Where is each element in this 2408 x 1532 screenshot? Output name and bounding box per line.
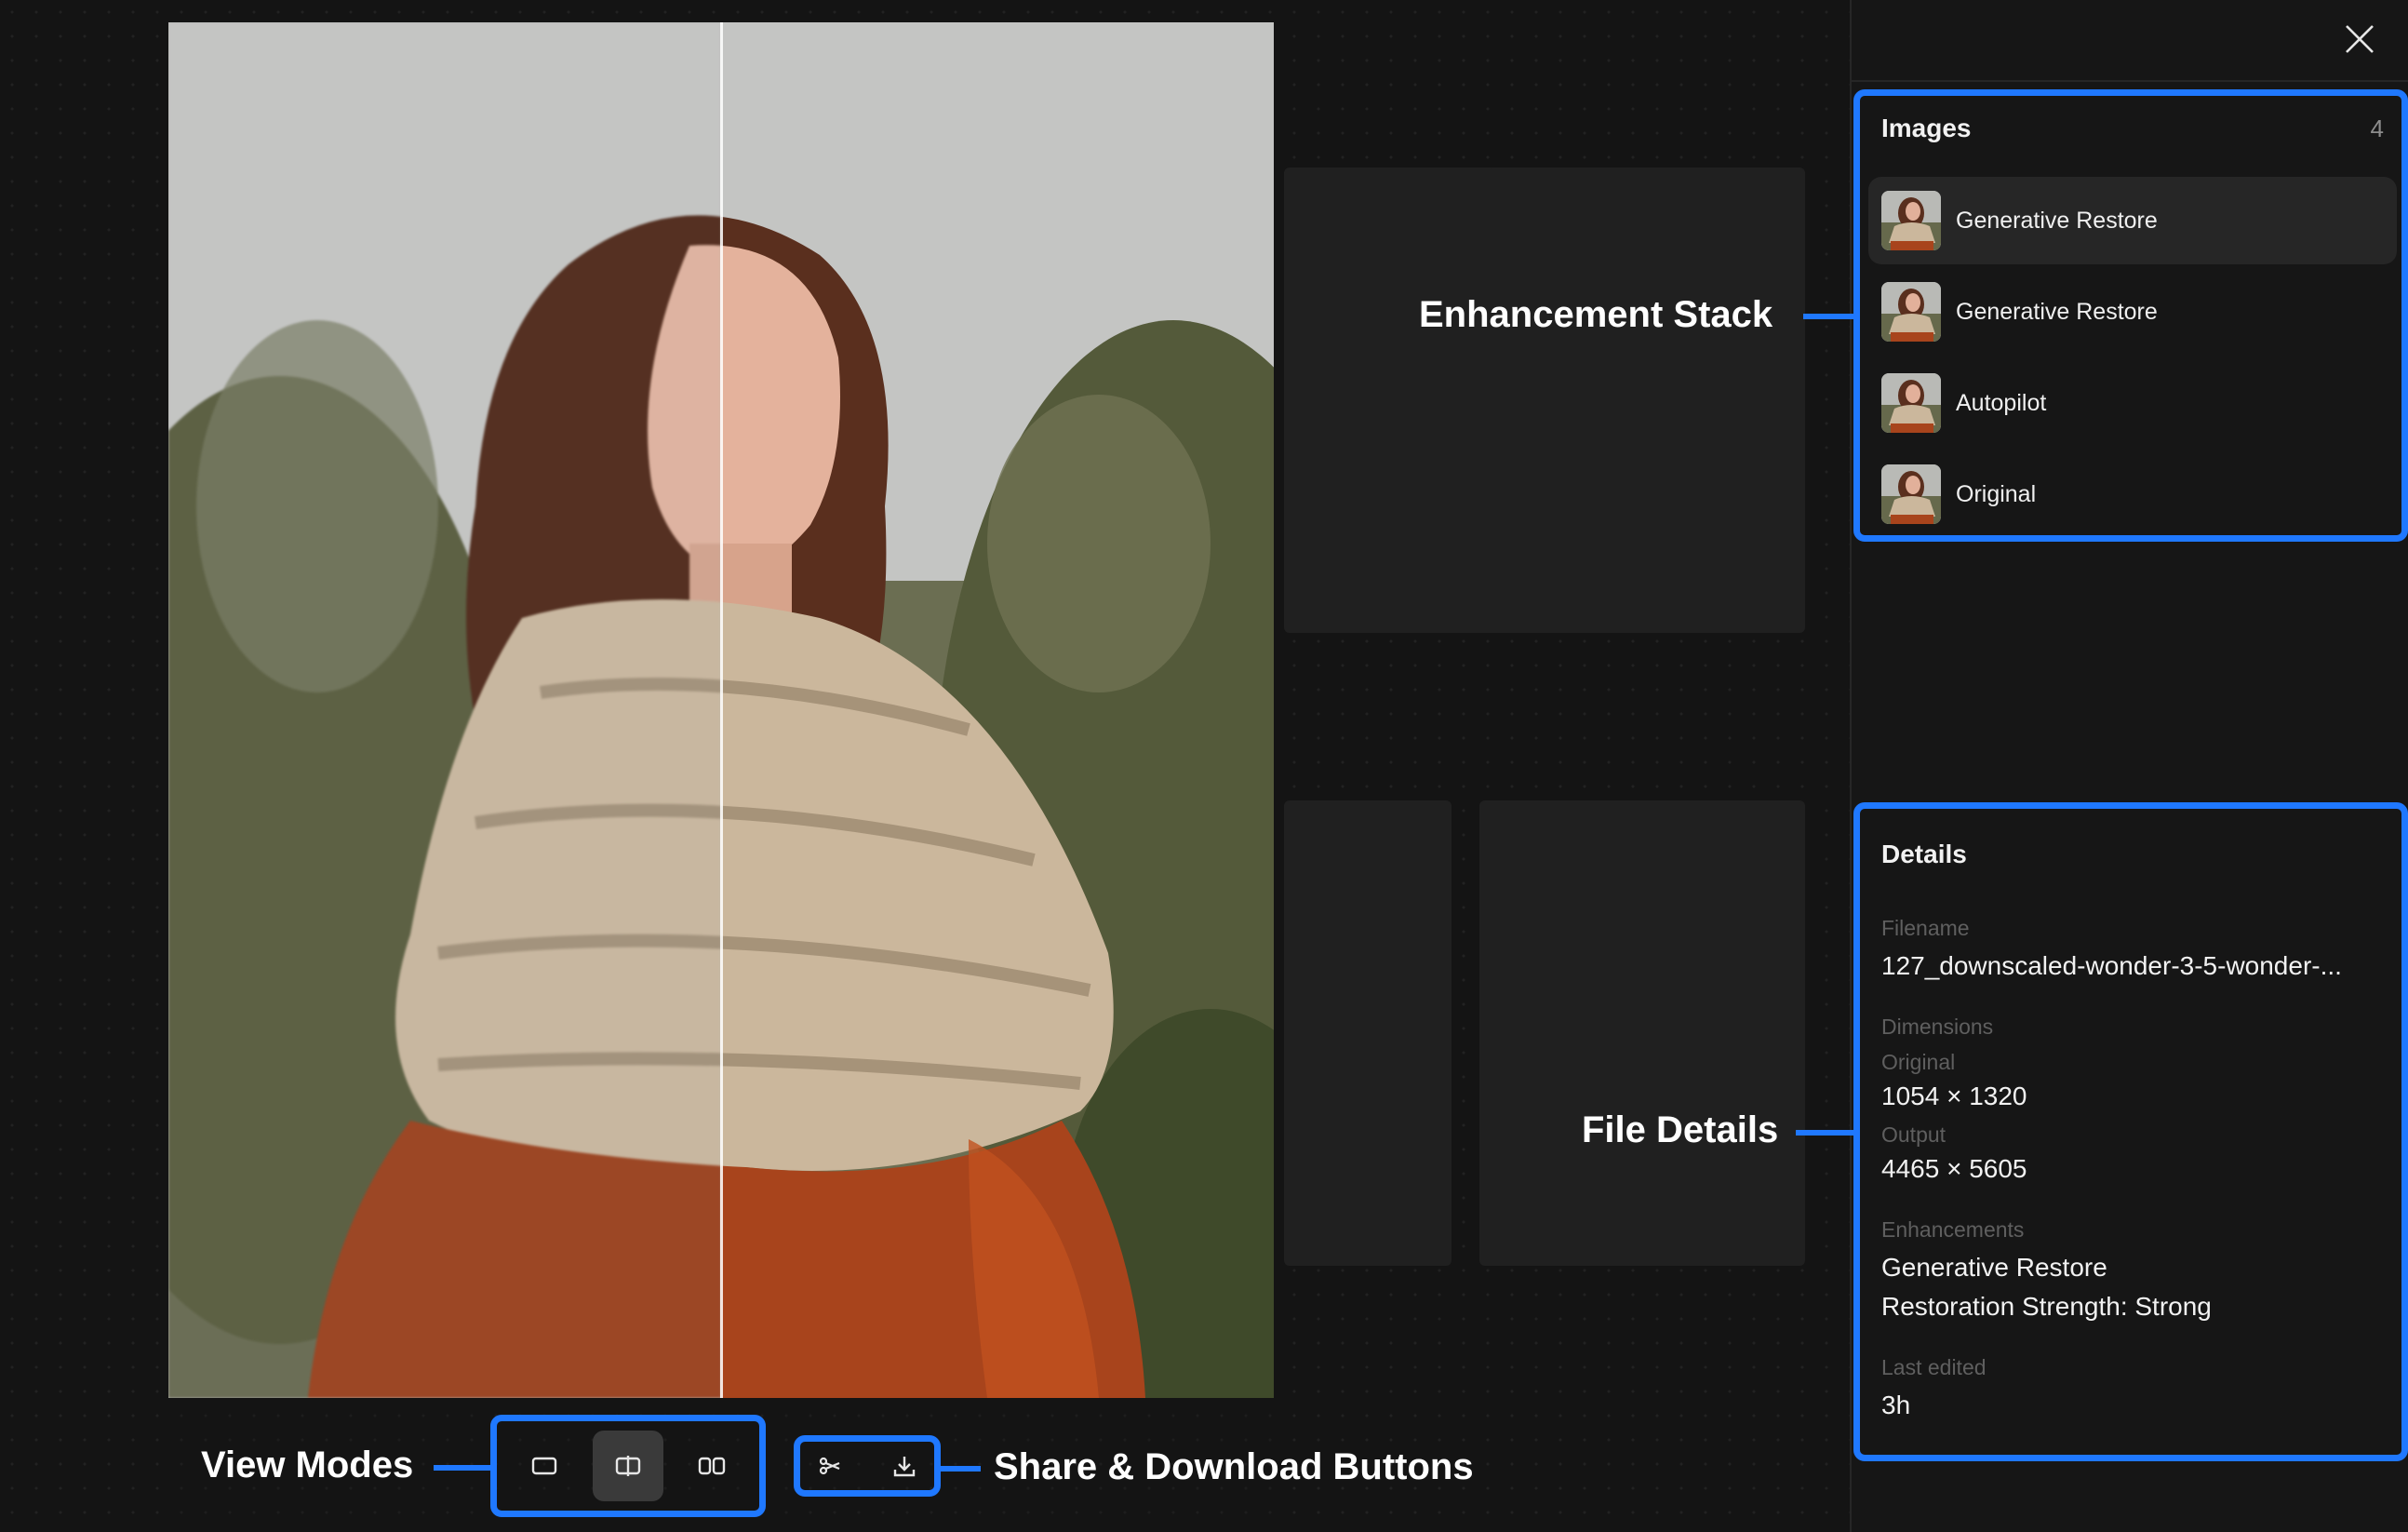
close-button[interactable] (2339, 19, 2380, 60)
sidebar-header (1852, 0, 2408, 82)
background-thumbnail (1489, 168, 1805, 633)
enhancement-stack-callout-label: Enhancement Stack (1419, 294, 1773, 335)
share-download-callout-label: Share & Download Buttons (994, 1446, 1474, 1487)
close-icon (2346, 25, 2374, 53)
before-image (168, 22, 721, 1398)
enhancement-stack-highlight (1853, 89, 2408, 542)
share-download-highlight (794, 1435, 941, 1497)
app-window: View Modes Share & Download Buttons Imag… (0, 0, 2408, 1532)
view-modes-highlight (490, 1415, 766, 1517)
comparison-slider-handle[interactable] (720, 22, 723, 1398)
background-thumbnail (1284, 800, 1451, 1266)
file-details-callout-label: File Details (1582, 1109, 1779, 1150)
after-image (721, 22, 1274, 1398)
view-modes-connector (434, 1465, 491, 1471)
file-details-highlight (1853, 802, 2408, 1461)
view-modes-callout-label: View Modes (201, 1445, 414, 1485)
image-viewer[interactable] (168, 22, 1274, 1398)
share-download-connector (940, 1466, 981, 1472)
file-details-connector (1796, 1130, 1855, 1136)
background-thumbnail (1479, 800, 1805, 1266)
enhancement-stack-connector (1803, 314, 1855, 319)
